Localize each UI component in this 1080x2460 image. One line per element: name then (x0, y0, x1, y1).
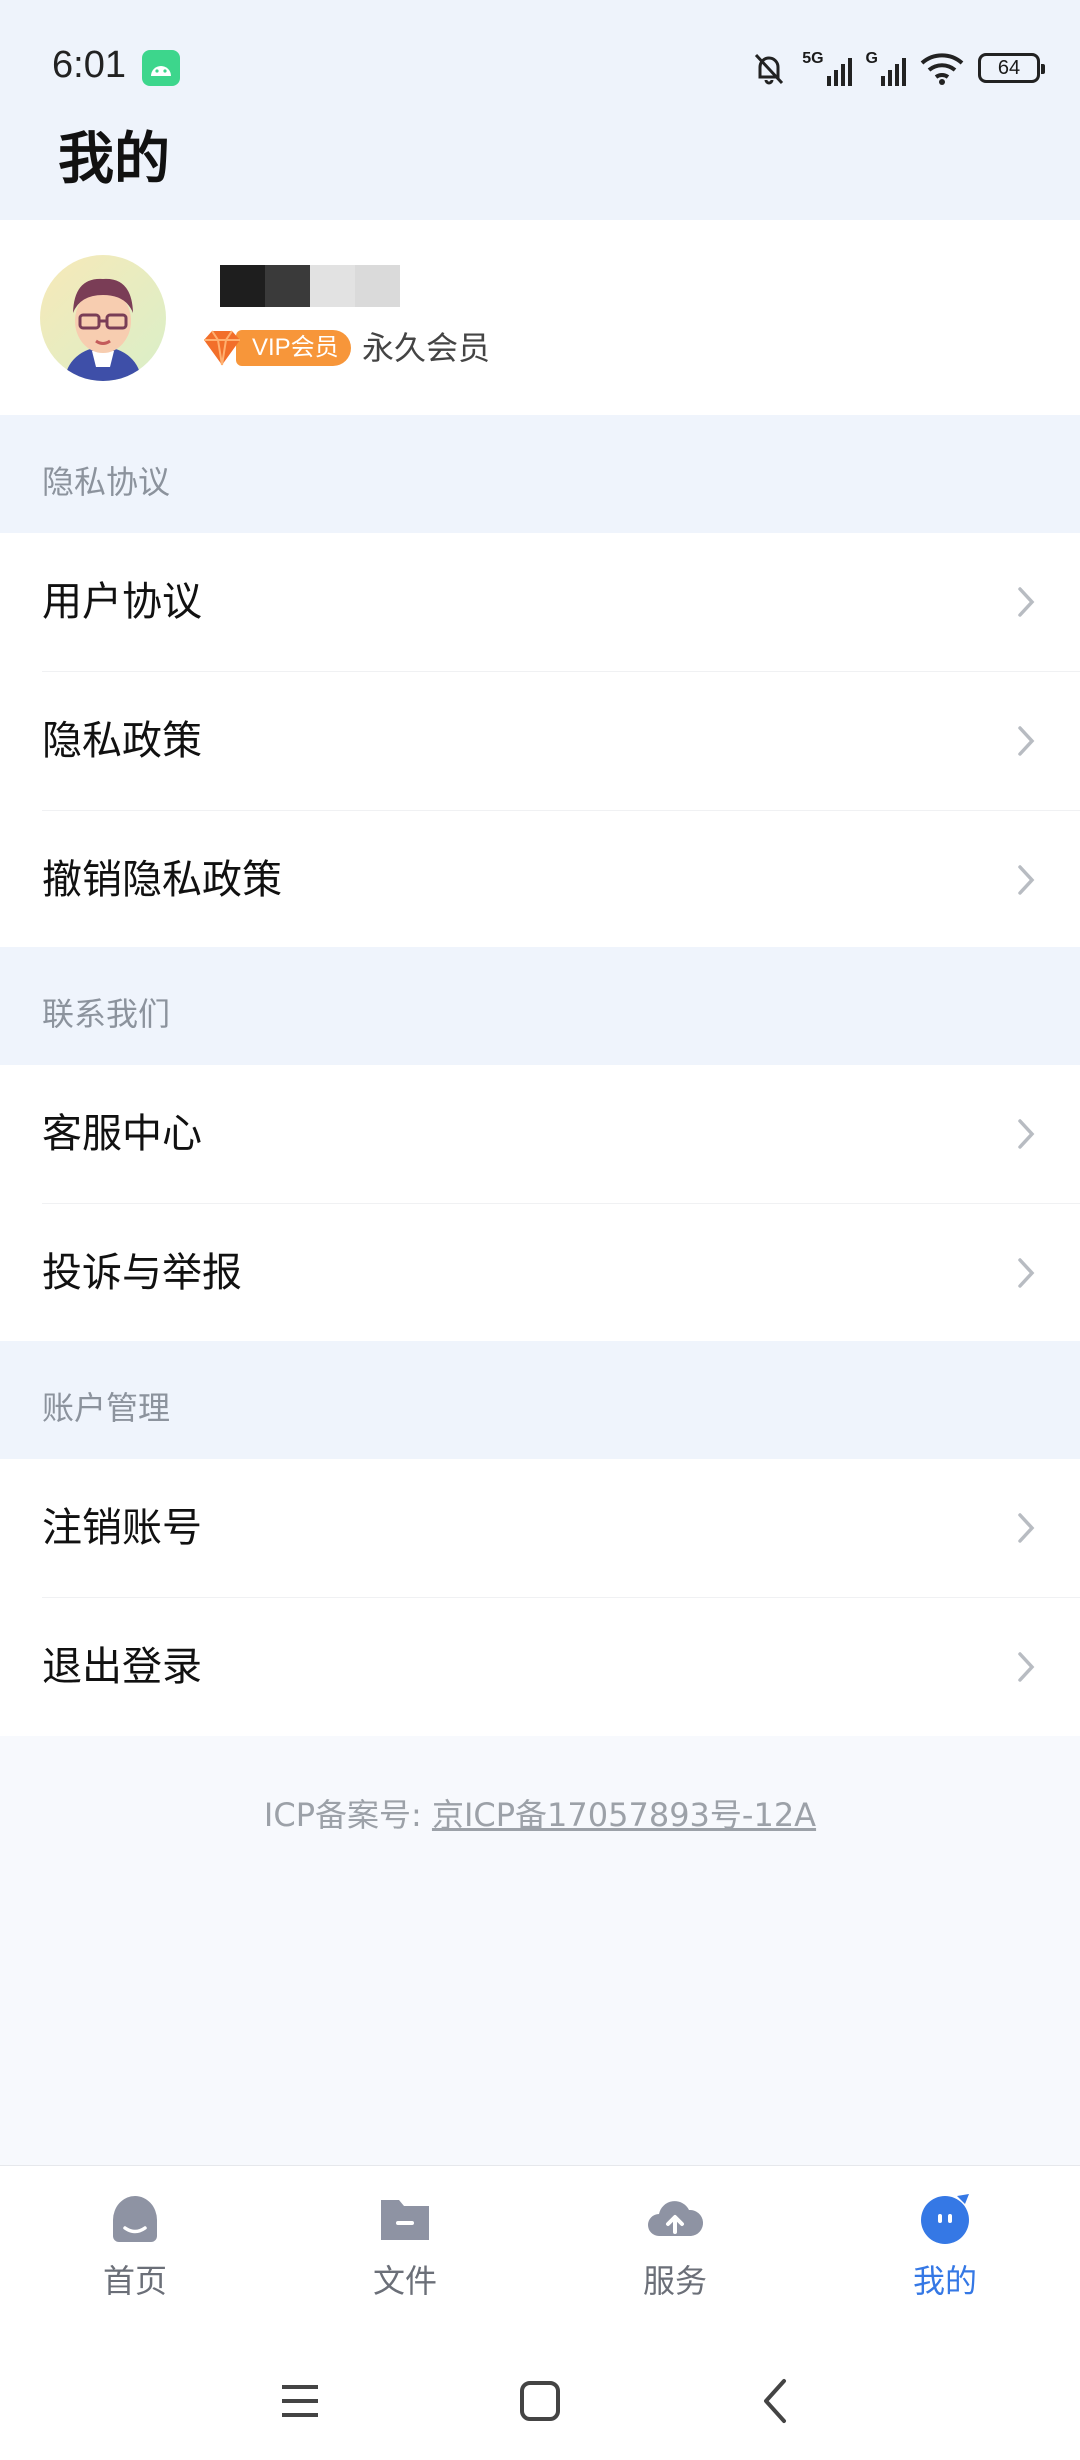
nav-label: 首页 (102, 2262, 167, 2300)
cloud-upload-icon (648, 2201, 704, 2236)
menu-item-label: 隐私政策 (42, 718, 202, 764)
menu-item-label: 投诉与举报 (42, 1250, 242, 1296)
chevron-right-icon (1018, 1258, 1035, 1288)
section-title: 联系我们 (42, 995, 171, 1033)
menu-item-delete-account[interactable]: 注销账号 (42, 1459, 1080, 1598)
menu-item-report[interactable]: 投诉与举报 (42, 1204, 1080, 1342)
icp-prefix: ICP备案号: (263, 1796, 432, 1834)
battery-icon: 64 (978, 53, 1045, 83)
vip-badge[interactable]: VIP会员 (200, 328, 351, 368)
chevron-right-icon (1018, 865, 1035, 895)
nav-mine[interactable]: 我的 (865, 2190, 1025, 2320)
diamond-icon (200, 328, 244, 368)
nav-files[interactable]: 文件 (325, 2190, 485, 2320)
section-title: 账户管理 (42, 1389, 171, 1427)
bottom-nav: 首页 文件 服务 我的 (0, 2165, 1080, 2336)
section-contact: 客服中心 投诉与举报 (0, 1065, 1080, 1342)
profile-card[interactable]: VIP会员 永久会员 (0, 220, 1080, 415)
chevron-right-icon (1018, 1513, 1035, 1543)
home-button-icon[interactable] (510, 2371, 570, 2431)
username-redacted (220, 265, 400, 307)
chevron-right-icon (1018, 726, 1035, 756)
page-title: 我的 (58, 127, 170, 192)
menu-item-label: 撤销隐私政策 (42, 857, 282, 903)
menu-item-user-agreement[interactable]: 用户协议 (42, 533, 1080, 672)
menu-item-label: 客服中心 (42, 1111, 202, 1157)
system-nav-bar (0, 2335, 1080, 2460)
section-privacy: 用户协议 隐私政策 撤销隐私政策 (0, 533, 1080, 949)
avatar[interactable] (40, 255, 166, 381)
chevron-right-icon (1018, 587, 1035, 617)
menu-item-customer-service[interactable]: 客服中心 (42, 1065, 1080, 1204)
vip-label: VIP会员 (236, 330, 351, 366)
menu-item-label: 退出登录 (42, 1644, 202, 1690)
menu-item-revoke-privacy[interactable]: 撤销隐私政策 (42, 811, 1080, 949)
nav-label: 服务 (642, 2262, 707, 2300)
android-app-icon (142, 50, 180, 86)
nav-label: 文件 (372, 2262, 437, 2300)
member-type: 永久会员 (362, 329, 491, 367)
status-time: 6:01 (52, 44, 126, 86)
menu-item-label: 用户协议 (42, 579, 202, 625)
icp-footer: ICP备案号: 京ICP备17057893号-12A (0, 1790, 1080, 1836)
wifi-icon (920, 53, 964, 85)
mute-bell-icon (755, 53, 784, 85)
page-header: 我的 (0, 130, 1080, 220)
menu-item-privacy-policy[interactable]: 隐私政策 (42, 672, 1080, 811)
folder-icon (381, 2200, 429, 2240)
chevron-right-icon (1018, 1119, 1035, 1149)
home-icon (113, 2196, 157, 2242)
section-account: 注销账号 退出登录 (0, 1459, 1080, 1736)
menu-item-logout[interactable]: 退出登录 (42, 1598, 1080, 1736)
menu-item-label: 注销账号 (42, 1505, 202, 1551)
status-bar: 6:01 5G G 64 (0, 0, 1080, 130)
profile-icon (921, 2194, 969, 2244)
icp-link[interactable]: 京ICP备17057893号-12A (432, 1796, 816, 1834)
section-header-privacy: 隐私协议 (0, 415, 1080, 533)
chevron-right-icon (1018, 1652, 1035, 1682)
back-icon[interactable] (748, 2371, 808, 2431)
section-header-contact: 联系我们 (0, 947, 1080, 1065)
menu-icon[interactable] (270, 2371, 330, 2431)
nav-services[interactable]: 服务 (595, 2190, 755, 2320)
signal-5g-icon: 5G (802, 50, 852, 86)
nav-label: 我的 (912, 2262, 977, 2300)
section-title: 隐私协议 (42, 463, 171, 501)
nav-home[interactable]: 首页 (55, 2190, 215, 2320)
signal-g-icon: G (866, 50, 906, 86)
status-icons: 5G G 64 (750, 48, 1045, 88)
section-header-account: 账户管理 (0, 1341, 1080, 1459)
